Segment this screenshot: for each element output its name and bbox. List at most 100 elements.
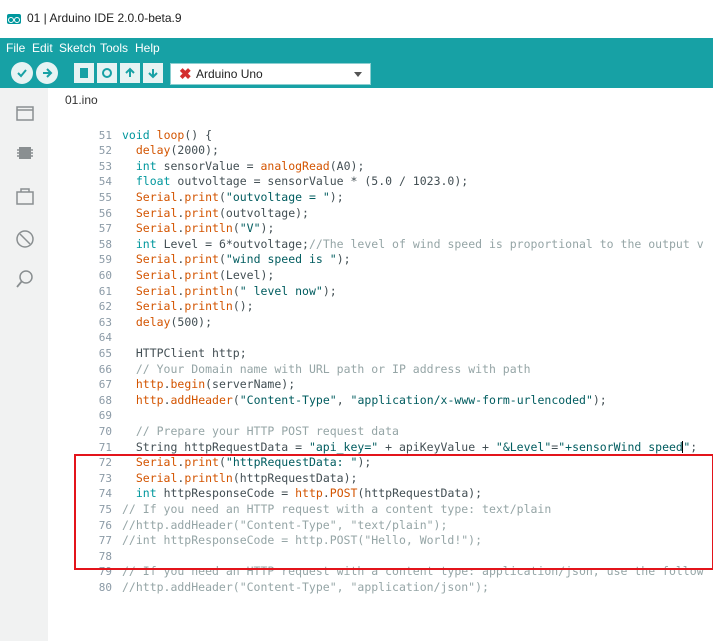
boards-manager-icon[interactable] [14, 142, 36, 164]
code-text[interactable]: //http.addHeader("Content-Type", "applic… [122, 580, 489, 596]
upload-button[interactable] [36, 62, 58, 84]
code-line[interactable]: 61 Serial.println(" level now"); [48, 284, 713, 300]
code-text[interactable]: Serial.println(); [122, 299, 254, 315]
line-number: 58 [98, 237, 112, 251]
code-token: "V" [239, 221, 261, 236]
line-number: 57 [98, 222, 112, 236]
gear-icon [102, 68, 112, 78]
line-number: 56 [98, 206, 112, 220]
debug-icon[interactable] [14, 228, 36, 250]
code-text[interactable]: http.addHeader("Content-Type", "applicat… [122, 393, 607, 409]
code-token: . [163, 377, 171, 392]
code-line[interactable]: 51 void loop() { [48, 128, 713, 144]
code-token: //The level of wind speed is proportiona… [308, 236, 704, 251]
title-bar: 01 | Arduino IDE 2.0.0-beta.9 [0, 0, 713, 39]
code-token: println [184, 221, 233, 236]
code-text[interactable]: // Prepare your HTTP POST request data [122, 424, 399, 440]
code-token: ( [232, 392, 240, 407]
chevron-down-icon [354, 72, 362, 77]
code-token: HTTPClient http; [122, 345, 247, 360]
code-text[interactable]: float outvoltage = sensorValue * (5.0 / … [122, 174, 468, 190]
code-text[interactable]: Serial.println(" level now"); [122, 284, 337, 300]
code-line[interactable]: 52 delay(2000); [48, 143, 713, 159]
code-token: int [135, 158, 157, 173]
code-line[interactable]: 71 String httpRequestData = "api_key=" +… [48, 440, 713, 456]
sketchbook-icon[interactable] [14, 102, 36, 124]
code-token: (serverName); [205, 377, 296, 392]
code-line[interactable]: 80 //http.addHeader("Content-Type", "appl… [48, 580, 713, 596]
code-text[interactable]: String httpRequestData = "api_key=" + ap… [122, 440, 697, 456]
toolbar: ✖ Arduino Uno [0, 59, 713, 88]
verify-button[interactable] [11, 62, 33, 84]
code-token: Serial [135, 299, 178, 314]
code-line[interactable]: 70 // Prepare your HTTP POST request dat… [48, 424, 713, 440]
line-number: 55 [98, 190, 112, 204]
board-selector[interactable]: ✖ Arduino Uno [170, 63, 371, 85]
code-text[interactable]: // Your Domain name with URL path or IP … [122, 362, 531, 378]
code-line[interactable]: 64 [48, 330, 713, 346]
line-number: 64 [98, 331, 112, 345]
code-token: addHeader [170, 392, 233, 407]
code-token: // Your Domain name with URL path or IP … [135, 361, 531, 376]
code-text[interactable]: Serial.print(Level); [122, 267, 275, 284]
code-token: ( [232, 221, 240, 236]
menu-help[interactable]: Help [135, 41, 160, 55]
code-line[interactable]: 58 int Level = 6*outvoltage;//The level … [48, 237, 713, 253]
code-line[interactable]: 53 int sensorValue = analogRead(A0); [48, 159, 713, 175]
line-number: 69 [98, 409, 112, 423]
code-text[interactable]: Serial.print(outvoltage); [122, 206, 309, 222]
code-line[interactable]: 62 Serial.println(); [48, 299, 713, 315]
code-line[interactable]: 57 Serial.println("V"); [48, 221, 713, 237]
code-token: http [135, 392, 164, 407]
save-button[interactable] [143, 63, 163, 83]
code-text[interactable]: Serial.println("V"); [122, 221, 275, 237]
code-text[interactable]: Serial.print("outvoltage = "); [122, 190, 344, 206]
code-line[interactable]: 65 HTTPClient http; [48, 346, 713, 362]
arduino-logo-icon [7, 14, 21, 24]
code-token: ); [260, 221, 275, 236]
code-token: int [135, 236, 157, 251]
line-number: 61 [98, 284, 112, 298]
code-line[interactable]: 63 delay(500); [48, 315, 713, 331]
code-line[interactable]: 59 Serial.print("wind speed is "); [48, 252, 713, 268]
new-sketch-button[interactable] [74, 63, 94, 83]
code-token: print [184, 252, 219, 267]
code-text[interactable]: int Level = 6*outvoltage;//The level of … [122, 237, 704, 253]
code-token: "application/x-www-form-urlencoded" [350, 392, 593, 407]
menu-bar: File Edit Sketch Tools Help [0, 38, 713, 59]
menu-edit[interactable]: Edit [32, 41, 53, 55]
code-line[interactable]: 66 // Your Domain name with URL path or … [48, 362, 713, 378]
code-text[interactable]: void loop() { [122, 128, 212, 144]
code-text[interactable]: delay(500); [122, 315, 212, 331]
debug-button[interactable] [97, 63, 117, 83]
code-line[interactable]: 68 http.addHeader("Content-Type", "appli… [48, 393, 713, 409]
code-token: Serial [135, 267, 178, 282]
library-manager-icon[interactable] [14, 186, 36, 208]
code-text[interactable]: HTTPClient http; [122, 346, 247, 362]
menu-sketch[interactable]: Sketch [59, 41, 96, 55]
file-icon [80, 68, 88, 78]
tab-sketch-file[interactable]: 01.ino [65, 93, 98, 107]
line-number: 70 [98, 424, 112, 438]
search-icon[interactable] [14, 268, 36, 290]
arrow-right-icon [43, 68, 53, 78]
menu-file[interactable]: File [6, 41, 25, 55]
open-button[interactable] [120, 63, 140, 83]
code-line[interactable]: 69 [48, 408, 713, 424]
code-line[interactable]: 54 float outvoltage = sensorValue * (5.0… [48, 174, 713, 190]
code-line[interactable]: 56 Serial.print(outvoltage); [48, 206, 713, 222]
code-token: print [184, 267, 219, 282]
menu-tools[interactable]: Tools [100, 41, 128, 55]
code-text[interactable]: int sensorValue = analogRead(A0); [122, 158, 365, 175]
code-text[interactable]: Serial.print("wind speed is "); [122, 252, 351, 268]
code-text[interactable]: delay(2000); [122, 143, 219, 159]
code-line[interactable]: 55 Serial.print("outvoltage = "); [48, 190, 713, 206]
code-token: "Content-Type" [239, 392, 337, 407]
code-line[interactable]: 60 Serial.print(Level); [48, 268, 713, 284]
code-text[interactable]: http.begin(serverName); [122, 377, 295, 393]
code-line[interactable]: 67 http.begin(serverName); [48, 377, 713, 393]
